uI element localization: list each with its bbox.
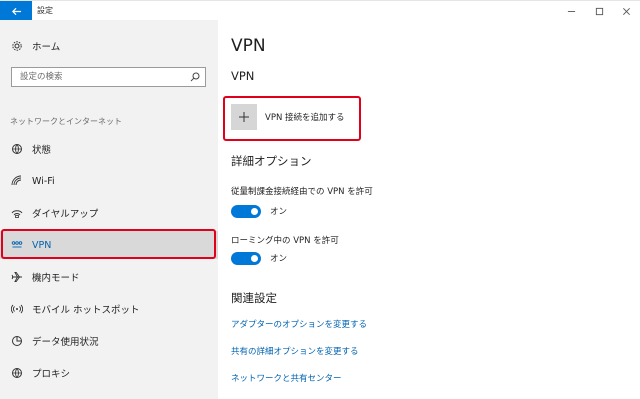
sidebar-item-dialup[interactable]: ダイヤルアップ (0, 199, 218, 227)
page-title: VPN (231, 36, 266, 56)
toggle-state-text: オン (270, 254, 288, 264)
window-title: 設定 (37, 6, 53, 15)
related-settings-heading: 関連設定 (231, 291, 277, 305)
sidebar: ホーム ネットワークとインターネット 状態 Wi-Fi ダイヤルアップ VPN (0, 20, 218, 399)
sidebar-item-airplane[interactable]: 機内モード (0, 263, 218, 291)
hotspot-icon (10, 302, 24, 316)
toggle-state-text: オン (270, 207, 288, 217)
metered-toggle-row: オン (231, 204, 287, 218)
search-box[interactable] (11, 67, 206, 87)
maximize-button[interactable] (585, 2, 613, 20)
plus-icon (231, 104, 257, 130)
sidebar-item-data-usage[interactable]: データ使用状況 (0, 327, 218, 355)
maximize-icon (595, 7, 603, 15)
close-button[interactable] (612, 2, 640, 20)
metered-toggle[interactable] (231, 204, 261, 218)
add-vpn-label: VPN 接続を追加する (265, 113, 345, 123)
globe-icon (10, 366, 24, 380)
section-label: ネットワークとインターネット (10, 117, 122, 126)
sidebar-item-proxy[interactable]: プロキシ (0, 359, 218, 387)
airplane-icon (10, 270, 24, 284)
vpn-heading: VPN (231, 69, 255, 83)
back-button[interactable] (0, 1, 32, 21)
sidebar-item-label: Wi-Fi (32, 175, 55, 187)
sidebar-item-label: データ使用状況 (32, 337, 99, 348)
dialup-icon (10, 206, 24, 220)
gear-icon (10, 39, 24, 53)
sidebar-item-label: 状態 (32, 145, 52, 156)
link-adapter-options[interactable]: アダプターのオプションを変更する (231, 318, 367, 330)
back-arrow-icon (11, 7, 21, 15)
sidebar-item-label: 機内モード (32, 273, 80, 284)
sidebar-item-label: プロキシ (32, 369, 71, 380)
sidebar-item-label: VPN (32, 239, 52, 251)
sidebar-item-label: ホーム (32, 42, 61, 53)
main-panel: VPN VPN VPN 接続を追加する 詳細オプション 従量制課金接続経由での … (218, 20, 640, 399)
sidebar-item-label: モバイル ホットスポット (32, 305, 140, 316)
search-input[interactable] (12, 68, 182, 86)
toggle-knob (251, 207, 258, 215)
title-bar: 設定 (0, 0, 640, 21)
advanced-options-heading: 詳細オプション (231, 154, 312, 168)
roaming-setting-label: ローミング中の VPN を許可 (231, 236, 339, 246)
globe-status-icon (10, 142, 24, 156)
sidebar-item-label: ダイヤルアップ (32, 209, 99, 220)
toggle-knob (251, 254, 258, 262)
search-icon (190, 72, 200, 82)
sidebar-item-home[interactable]: ホーム (0, 35, 218, 57)
minimize-button[interactable] (557, 2, 585, 20)
data-usage-icon (10, 334, 24, 348)
sidebar-item-hotspot[interactable]: モバイル ホットスポット (0, 295, 218, 323)
roaming-toggle-row: オン (231, 251, 287, 265)
vpn-icon (10, 238, 24, 252)
metered-setting-label: 従量制課金接続経由での VPN を許可 (231, 187, 373, 197)
minimize-icon (567, 10, 575, 12)
link-advanced-sharing[interactable]: 共有の詳細オプションを変更する (231, 345, 359, 357)
close-icon (622, 7, 630, 15)
sidebar-item-vpn[interactable]: VPN (0, 231, 218, 259)
link-network-sharing-center[interactable]: ネットワークと共有センター (231, 372, 342, 384)
wifi-icon (10, 174, 24, 188)
sidebar-item-wifi[interactable]: Wi-Fi (0, 167, 218, 195)
sidebar-item-status[interactable]: 状態 (0, 135, 218, 163)
add-vpn-button[interactable]: VPN 接続を追加する (231, 103, 345, 131)
roaming-toggle[interactable] (231, 251, 261, 265)
